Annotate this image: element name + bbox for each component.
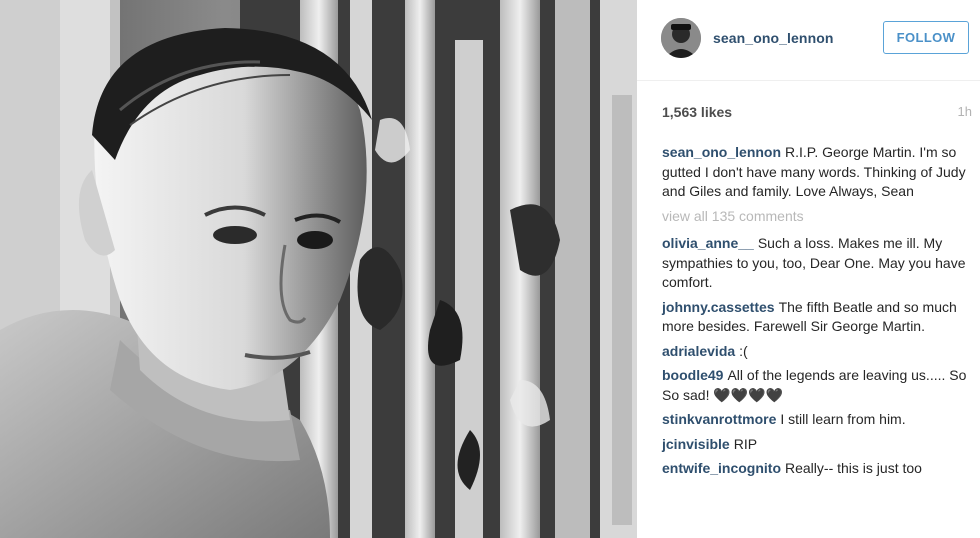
comment-username[interactable]: olivia_anne__ bbox=[662, 235, 754, 251]
comment-username[interactable]: johnny.cassettes bbox=[662, 299, 775, 315]
comment-username[interactable]: jcinvisible bbox=[662, 436, 730, 452]
comment-item: olivia_anne__ Such a loss. Makes me ill. … bbox=[662, 234, 967, 293]
post-photo[interactable] bbox=[0, 0, 637, 538]
comment-item: johnny.cassettes The fifth Beatle and so … bbox=[662, 298, 967, 337]
comment-username[interactable]: boodle49 bbox=[662, 367, 723, 383]
avatar[interactable] bbox=[661, 18, 701, 58]
comment-item: jcinvisible RIP bbox=[662, 435, 967, 455]
comment-item: boodle49 All of the legends are leaving u… bbox=[662, 366, 967, 405]
post-sidebar: sean_ono_lennon FOLLOW 1,563 likes 1h se… bbox=[637, 0, 980, 538]
comment-text: :( bbox=[739, 342, 748, 359]
avatar-image bbox=[661, 18, 701, 58]
comment-item: stinkvanrottmore I still learn from him. bbox=[662, 410, 967, 430]
photo-image bbox=[0, 0, 637, 538]
instagram-post: sean_ono_lennon FOLLOW 1,563 likes 1h se… bbox=[0, 0, 980, 538]
comment-text: I still learn from him. bbox=[780, 411, 906, 427]
comment-item: adrialevida:( bbox=[662, 342, 967, 362]
comment-username[interactable]: stinkvanrottmore bbox=[662, 411, 776, 427]
follow-button[interactable]: FOLLOW bbox=[883, 21, 969, 54]
post-time[interactable]: 1h bbox=[958, 104, 972, 119]
caption-username[interactable]: sean_ono_lennon bbox=[662, 144, 781, 160]
likes-count[interactable]: 1,563 likes bbox=[662, 104, 732, 120]
comment-item: entwife_incognito Really-- this is just t… bbox=[662, 459, 967, 479]
post-header: sean_ono_lennon FOLLOW bbox=[637, 0, 980, 81]
view-all-comments-link[interactable]: view all 135 comments bbox=[662, 207, 967, 227]
comment-username[interactable]: entwife_incognito bbox=[662, 460, 781, 476]
comments-list: sean_ono_lennon R.I.P. George Martin. I'm… bbox=[662, 143, 967, 484]
comment-username[interactable]: adrialevida bbox=[662, 343, 735, 359]
comment-text: RIP bbox=[733, 435, 758, 452]
caption: sean_ono_lennon R.I.P. George Martin. I'm… bbox=[662, 143, 967, 202]
comment-text: Really-- this is just too bbox=[785, 460, 922, 476]
header-username[interactable]: sean_ono_lennon bbox=[713, 30, 834, 46]
